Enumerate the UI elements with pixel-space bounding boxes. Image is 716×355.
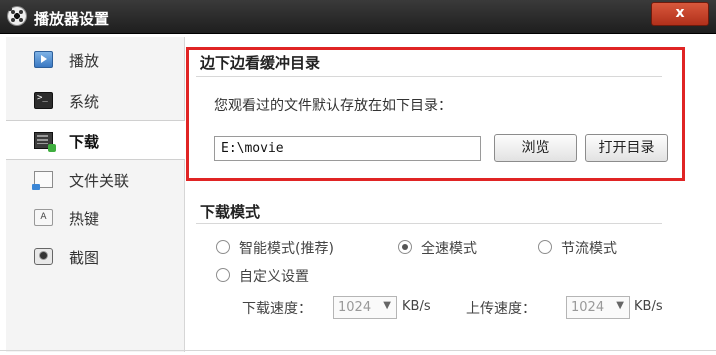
upload-speed-select[interactable]: 1024 ▼ <box>566 296 630 319</box>
download-speed-select[interactable]: 1024 ▼ <box>333 296 397 319</box>
radio-throttle-mode[interactable]: 节流模式 <box>538 238 617 258</box>
radio-label: 节流模式 <box>561 241 617 257</box>
chevron-down-icon: ▼ <box>383 300 391 311</box>
radio-label: 自定义设置 <box>239 269 309 285</box>
sidebar-item-download[interactable]: 下载 <box>6 120 185 160</box>
divider <box>196 76 662 77</box>
sidebar-item-label: 热键 <box>69 210 100 228</box>
radio-custom-settings[interactable]: 自定义设置 <box>216 266 309 286</box>
download-icon <box>34 132 56 152</box>
radio-label: 全速模式 <box>421 241 477 257</box>
radio-button[interactable] <box>398 240 412 254</box>
download-mode-title: 下载模式 <box>200 203 261 221</box>
divider <box>196 223 662 224</box>
sidebar-item-system[interactable]: 系统 <box>6 81 184 119</box>
radio-label: 智能模式(推荐) <box>239 241 334 257</box>
file-icon <box>32 171 53 190</box>
film-reel-icon <box>8 7 26 25</box>
close-button[interactable]: x <box>651 2 709 26</box>
radio-button[interactable] <box>216 240 230 254</box>
sidebar-item-file-association[interactable]: 文件关联 <box>6 160 184 198</box>
sidebar-item-label: 下载 <box>69 133 100 151</box>
sidebar-item-label: 系统 <box>69 93 100 111</box>
directory-path-field[interactable]: E:\movie <box>214 136 481 161</box>
chevron-down-icon: ▼ <box>616 300 624 311</box>
title-bar: 播放器设置 x <box>0 0 716 34</box>
radio-button[interactable] <box>216 268 230 282</box>
upload-speed-unit: KB/s <box>634 299 663 314</box>
sidebar-item-label: 截图 <box>69 249 100 267</box>
buffer-directory-description: 您观看过的文件默认存放在如下目录： <box>214 98 452 114</box>
divider <box>0 350 716 351</box>
terminal-icon <box>34 92 53 109</box>
radio-full-speed-mode[interactable]: 全速模式 <box>398 238 477 258</box>
sidebar-item-label: 文件关联 <box>69 172 130 190</box>
upload-speed-value: 1024 <box>571 300 605 315</box>
browse-button[interactable]: 浏览 <box>494 134 577 162</box>
sidebar-item-hotkeys[interactable]: A 热键 <box>6 198 184 236</box>
sidebar-item-screenshot[interactable]: 截图 <box>6 237 184 275</box>
keyboard-icon: A <box>34 209 53 226</box>
sidebar: 播放 系统 下载 文件关联 A 热键 截图 <box>6 37 185 352</box>
radio-smart-mode[interactable]: 智能模式(推荐) <box>216 238 334 258</box>
window-title: 播放器设置 <box>34 10 110 28</box>
open-directory-button[interactable]: 打开目录 <box>585 134 668 162</box>
sidebar-item-play[interactable]: 播放 <box>6 40 184 78</box>
download-speed-unit: KB/s <box>402 299 431 314</box>
play-icon <box>34 51 53 68</box>
radio-button[interactable] <box>538 240 552 254</box>
sidebar-item-label: 播放 <box>69 52 100 70</box>
camera-icon <box>34 248 53 265</box>
download-speed-label: 下载速度： <box>242 301 312 317</box>
buffer-directory-title: 边下边看缓冲目录 <box>200 54 321 72</box>
upload-speed-label: 上传速度： <box>466 301 536 317</box>
download-speed-value: 1024 <box>338 300 372 315</box>
